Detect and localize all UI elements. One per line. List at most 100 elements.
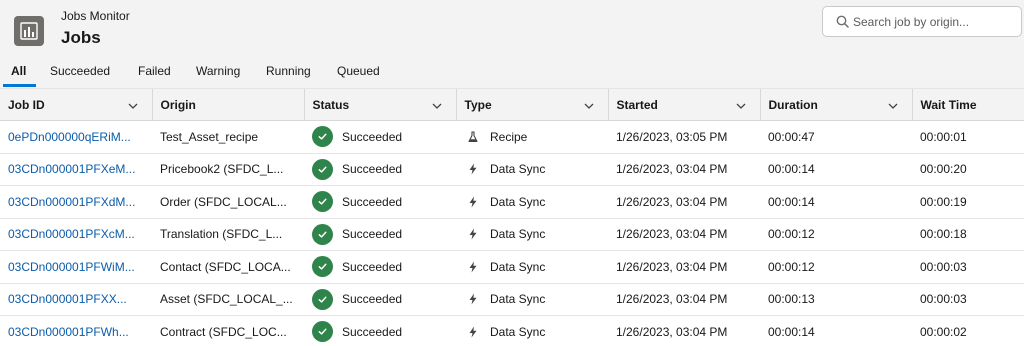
type-label: Data Sync (490, 259, 546, 274)
cell-started: 1/26/2023, 03:04 PM (616, 194, 728, 209)
cell-wait-time: 00:00:18 (920, 227, 967, 242)
page-header: Jobs Monitor Jobs All Succeeded Failed W… (0, 0, 1024, 88)
cell-job-id: 03CDn000001PFXeM... (0, 153, 152, 186)
status-label: Succeeded (342, 292, 403, 307)
cell-origin: Contract (SFDC_LOC... (160, 324, 287, 339)
bar-chart-icon (14, 16, 44, 46)
cell-origin: Contact (SFDC_LOCA... (160, 259, 291, 274)
chevron-down-icon[interactable] (128, 100, 138, 110)
table-body: 0ePDn000000qERiM... Test_Asset_recipe Succ… (0, 121, 1024, 346)
cell-status: Succeeded (304, 186, 456, 219)
column-header-wait-time[interactable]: Wait Time (911, 88, 1024, 121)
cell-status: Succeeded (304, 121, 456, 154)
cell-type: Data Sync (456, 283, 608, 316)
tab-all[interactable]: All (11, 64, 26, 78)
jobs-table: Job ID Origin Status Type Started Duration Wai… (0, 88, 1024, 346)
column-header-started[interactable]: Started (607, 88, 760, 121)
cell-wait-time: 00:00:02 (920, 324, 967, 339)
column-header-status[interactable]: Status (303, 88, 456, 121)
lightning-icon (467, 228, 479, 240)
cell-started: 1/26/2023, 03:04 PM (616, 324, 728, 339)
lightning-icon (467, 196, 479, 208)
chevron-down-icon[interactable] (584, 100, 594, 110)
cell-wait-time: 00:00:03 (920, 292, 967, 307)
job-id-link[interactable]: 03CDn000001PFWiM... (8, 260, 135, 274)
column-header-label: Started (616, 97, 658, 112)
job-id-link[interactable]: 03CDn000001PFXeM... (8, 162, 135, 176)
cell-started: 1/26/2023, 03:04 PM (616, 259, 728, 274)
table-row[interactable]: 03CDn000001PFXX... Asset (SFDC_LOCAL_... S… (0, 283, 1024, 316)
lightning-icon (467, 163, 479, 175)
cell-type: Data Sync (456, 186, 608, 219)
success-check-icon (312, 126, 333, 148)
column-header-duration[interactable]: Duration (759, 88, 912, 121)
success-check-icon (312, 191, 333, 213)
lightning-icon (467, 293, 479, 305)
table-row[interactable]: 03CDn000001PFWh... Contract (SFDC_LOC... S… (0, 316, 1024, 346)
tab-warning[interactable]: Warning (196, 64, 240, 78)
column-header-label: Status (312, 97, 350, 112)
chevron-down-icon[interactable] (888, 100, 898, 110)
status-label: Succeeded (342, 162, 403, 177)
success-check-icon (312, 256, 333, 278)
cell-type: Data Sync (456, 316, 608, 346)
job-id-link[interactable]: 0ePDn000000qERiM... (8, 130, 131, 144)
cell-wait-time: 00:00:19 (920, 194, 967, 209)
cell-duration: 00:00:14 (768, 324, 815, 339)
cell-duration: 00:00:14 (768, 194, 815, 209)
cell-wait-time: 00:00:01 (920, 129, 967, 144)
cell-started: 1/26/2023, 03:04 PM (616, 227, 728, 242)
cell-type: Data Sync (456, 251, 608, 284)
table-header-row: Job ID Origin Status Type Started Duration Wai… (0, 88, 1024, 121)
cell-origin: Pricebook2 (SFDC_L... (160, 162, 284, 177)
search-icon (836, 15, 849, 28)
column-header-label: Origin (160, 97, 196, 112)
cell-duration: 00:00:13 (768, 292, 815, 307)
job-id-link[interactable]: 03CDn000001PFWh... (8, 325, 129, 339)
success-check-icon (312, 288, 333, 310)
table-row[interactable]: 03CDn000001PFXdM... Order (SFDC_LOCAL... S… (0, 186, 1024, 219)
table-row[interactable]: 03CDn000001PFWiM... Contact (SFDC_LOCA...… (0, 251, 1024, 284)
success-check-icon (312, 223, 333, 245)
job-id-link[interactable]: 03CDn000001PFXcM... (8, 227, 135, 241)
cell-type: Recipe (456, 121, 608, 154)
cell-started: 1/26/2023, 03:05 PM (616, 129, 728, 144)
chevron-down-icon[interactable] (432, 100, 442, 110)
success-check-icon (312, 158, 333, 180)
cell-type: Data Sync (456, 218, 608, 251)
tab-succeeded[interactable]: Succeeded (50, 64, 110, 78)
status-label: Succeeded (342, 324, 403, 339)
status-label: Succeeded (342, 259, 403, 274)
cell-duration: 00:00:12 (768, 259, 815, 274)
tab-running[interactable]: Running (266, 64, 311, 78)
column-header-origin[interactable]: Origin (151, 88, 304, 121)
table-row[interactable]: 03CDn000001PFXeM... Pricebook2 (SFDC_L...… (0, 153, 1024, 186)
cell-status: Succeeded (304, 218, 456, 251)
search-box[interactable] (822, 6, 1022, 37)
search-input[interactable] (853, 11, 1015, 33)
job-id-link[interactable]: 03CDn000001PFXX... (8, 292, 127, 306)
cell-origin: Translation (SFDC_L... (160, 227, 283, 242)
type-label: Data Sync (490, 292, 546, 307)
cell-job-id: 03CDn000001PFWiM... (0, 251, 152, 284)
cell-type: Data Sync (456, 153, 608, 186)
cell-wait-time: 00:00:03 (920, 259, 967, 274)
column-header-job-id[interactable]: Job ID (0, 88, 152, 121)
tab-failed[interactable]: Failed (138, 64, 171, 78)
app-subtitle: Jobs Monitor (61, 9, 130, 23)
tab-queued[interactable]: Queued (337, 64, 380, 78)
table-row[interactable]: 03CDn000001PFXcM... Translation (SFDC_L..… (0, 218, 1024, 251)
cell-job-id: 03CDn000001PFXX... (0, 283, 152, 316)
status-tabs: All Succeeded Failed Warning Running Que… (0, 56, 1024, 88)
cell-started: 1/26/2023, 03:04 PM (616, 292, 728, 307)
active-tab-indicator (3, 84, 36, 87)
table-row[interactable]: 0ePDn000000qERiM... Test_Asset_recipe Succ… (0, 121, 1024, 154)
cell-origin: Asset (SFDC_LOCAL_... (160, 292, 293, 307)
page-title: Jobs (61, 28, 101, 47)
column-header-label: Duration (768, 97, 818, 112)
column-header-type[interactable]: Type (455, 88, 608, 121)
cell-wait-time: 00:00:20 (920, 162, 967, 177)
cell-origin: Order (SFDC_LOCAL... (160, 194, 287, 209)
job-id-link[interactable]: 03CDn000001PFXdM... (8, 195, 135, 209)
chevron-down-icon[interactable] (736, 100, 746, 110)
